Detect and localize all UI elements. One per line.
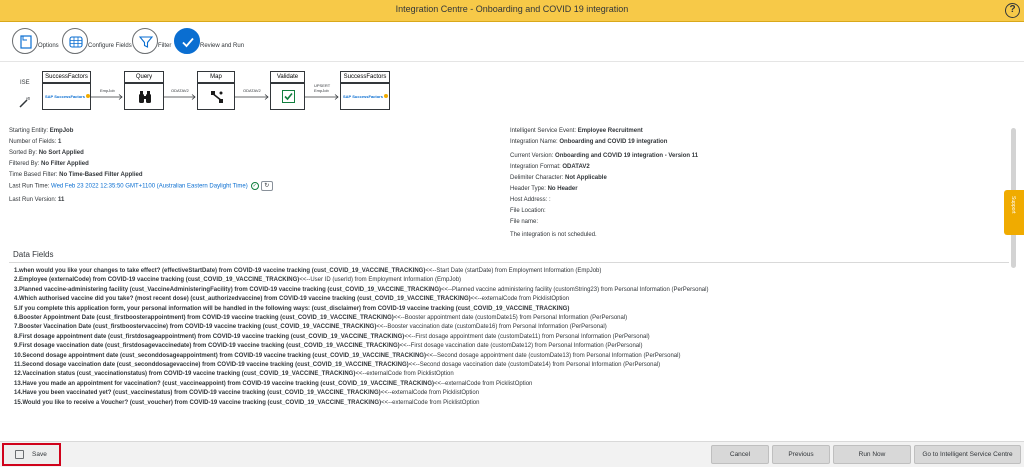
data-fields-list: 1.when would you like your changes to ta… bbox=[14, 267, 708, 408]
cancel-button[interactable]: Cancel bbox=[711, 445, 769, 464]
list-item: 9.First dosage vaccination date (cust_fi… bbox=[14, 343, 643, 350]
last-run-time-row: Last Run Time: Wed Feb 23 2022 12:35:50 … bbox=[9, 181, 273, 193]
binoculars-icon bbox=[139, 91, 151, 103]
schedule-note: The integration is not scheduled. bbox=[510, 232, 597, 238]
list-item: 15.Would you like to receive a Voucher? … bbox=[14, 399, 480, 406]
list-item: 10.Second dosage appointment date (cust_… bbox=[14, 352, 681, 359]
list-item: 4.Which authorised vaccine did you take?… bbox=[14, 296, 570, 303]
header-type-row: Header Type: No Header bbox=[510, 186, 578, 192]
integration-summary-right: Intelligent Service Event: Employee Recr… bbox=[510, 126, 698, 241]
checkmark-icon bbox=[174, 28, 200, 54]
step-filter[interactable]: Filter bbox=[132, 28, 174, 56]
wizard-steps: Options Configure Fields Filter Review a… bbox=[0, 22, 1024, 62]
list-item: 3.Planned vaccine-administering facility… bbox=[14, 286, 709, 293]
intelligent-service-event-row: Intelligent Service Event: Employee Recr… bbox=[510, 128, 643, 134]
list-item: 1.when would you like your changes to ta… bbox=[14, 268, 602, 274]
flow-connector-3-label: ODATAV2 bbox=[243, 88, 261, 93]
flow-connector-4 bbox=[305, 94, 339, 100]
flow-connector-4-label: UPSERT EmpJob bbox=[314, 83, 331, 93]
step-configure-fields[interactable]: Configure Fields bbox=[62, 28, 134, 56]
flow-node-map[interactable] bbox=[197, 83, 235, 110]
flow-connector-1-label: EmpJob bbox=[100, 88, 115, 93]
delimiter-character-row: Delimiter Character: Not Applicable bbox=[510, 175, 607, 181]
filter-icon bbox=[132, 28, 158, 54]
list-item: 11.Second dosage vaccination date (cust_… bbox=[14, 362, 661, 369]
list-item: 13.Have you made an appointment for vacc… bbox=[14, 380, 533, 387]
list-item: 12.Vaccination status (cust_vaccinations… bbox=[14, 371, 454, 378]
flow-connector-1 bbox=[91, 94, 123, 100]
page-title: Integration Centre - Onboarding and COVI… bbox=[395, 4, 629, 14]
number-of-fields-row: Number of Fields: 1 bbox=[9, 139, 62, 145]
last-run-version-row: Last Run Version: 11 bbox=[9, 196, 65, 203]
data-fields-title: Data Fields bbox=[13, 250, 54, 259]
document-icon bbox=[12, 28, 38, 54]
file-name-row: File name: bbox=[510, 219, 539, 225]
filtered-by-row: Filtered By: No Filter Applied bbox=[9, 161, 89, 167]
successfactors-logo: SAP SuccessFactors bbox=[45, 94, 90, 99]
successfactors-logo: SAP SuccessFactors bbox=[343, 94, 388, 99]
flow-node-query[interactable] bbox=[124, 83, 164, 110]
integration-name-row: Integration Name: Onboarding and COVID 1… bbox=[510, 139, 668, 145]
title-bar: Integration Centre - Onboarding and COVI… bbox=[0, 0, 1024, 22]
support-tab[interactable]: Support bbox=[1004, 190, 1024, 235]
list-item: 8.First dosage appointment date (cust_fi… bbox=[14, 333, 650, 340]
flow-node-source[interactable]: SAP SuccessFactors bbox=[42, 83, 91, 110]
list-item: 14.Have you been vaccinated yet? (cust_v… bbox=[14, 390, 480, 397]
integration-format-row: Integration Format: ODATAV2 bbox=[510, 164, 590, 170]
list-item: 7.Booster Vaccination Date (cust_firstbo… bbox=[14, 324, 607, 331]
validate-check-icon bbox=[282, 90, 295, 103]
sorted-by-row: Sorted By: No Sort Applied bbox=[9, 150, 84, 156]
ise-label: ISE bbox=[20, 80, 30, 86]
step-review-and-run[interactable]: Review and Run bbox=[174, 28, 254, 56]
step-options[interactable]: Options bbox=[12, 28, 62, 56]
flow-node-query-title: Query bbox=[124, 71, 164, 83]
refresh-icon[interactable]: ↻ bbox=[260, 181, 273, 191]
integration-flow-diagram: ISE SuccessFactors SAP SuccessFactors Em… bbox=[0, 62, 500, 124]
host-address-row: Host Address: : bbox=[510, 197, 551, 203]
section-divider bbox=[9, 262, 1009, 263]
main-content: ISE SuccessFactors SAP SuccessFactors Em… bbox=[0, 62, 1024, 440]
starting-entity-row: Starting Entity: EmpJob bbox=[9, 128, 74, 134]
magic-wand-icon bbox=[18, 96, 30, 114]
step-review-and-run-label: Review and Run bbox=[200, 43, 245, 49]
mapping-icon bbox=[211, 91, 223, 103]
time-based-filter-row: Time Based Filter: No Time-Based Filter … bbox=[9, 172, 143, 178]
help-icon[interactable]: ? bbox=[1005, 3, 1020, 18]
flow-node-source-title: SuccessFactors bbox=[42, 71, 91, 83]
file-location-row: File Location: bbox=[510, 208, 546, 214]
run-now-button[interactable]: Run Now bbox=[833, 445, 911, 464]
save-button[interactable]: Save bbox=[2, 443, 61, 466]
previous-button[interactable]: Previous bbox=[772, 445, 830, 464]
success-icon: ✓ bbox=[250, 182, 259, 190]
footer-toolbar: Save Cancel Previous Run Now Go to Intel… bbox=[0, 441, 1024, 467]
list-item: 6.Booster Appointment Date (cust_firstbo… bbox=[14, 315, 628, 322]
go-to-intelligent-service-centre-button[interactable]: Go to Intelligent Service Centre bbox=[914, 445, 1021, 464]
flow-connector-3 bbox=[235, 94, 269, 100]
grid-icon bbox=[62, 28, 88, 54]
integration-summary-left: Starting Entity: EmpJob Number of Fields… bbox=[9, 126, 273, 206]
save-icon bbox=[15, 450, 24, 459]
flow-connector-2-label: ODATAV2 bbox=[171, 88, 189, 93]
flow-node-validate[interactable] bbox=[270, 83, 305, 110]
flow-node-map-title: Map bbox=[197, 71, 235, 83]
current-version-row: Current Version: Onboarding and COVID 19… bbox=[510, 153, 699, 159]
flow-node-target[interactable]: SAP SuccessFactors bbox=[340, 83, 390, 110]
last-run-time-link[interactable]: Wed Feb 23 2022 12:35:50 GMT+1100 (Austr… bbox=[51, 184, 248, 190]
step-configure-fields-label: Configure Fields bbox=[88, 43, 132, 49]
step-options-label: Options bbox=[38, 43, 59, 49]
list-item: 5.If you complete this application form,… bbox=[14, 305, 570, 312]
flow-node-validate-title: Validate bbox=[270, 71, 305, 83]
step-filter-label: Filter bbox=[158, 43, 172, 49]
flow-node-target-title: SuccessFactors bbox=[340, 71, 390, 83]
list-item: 2.Employee (externalCode) from COVID-19 … bbox=[14, 277, 462, 284]
flow-connector-2 bbox=[164, 94, 196, 100]
